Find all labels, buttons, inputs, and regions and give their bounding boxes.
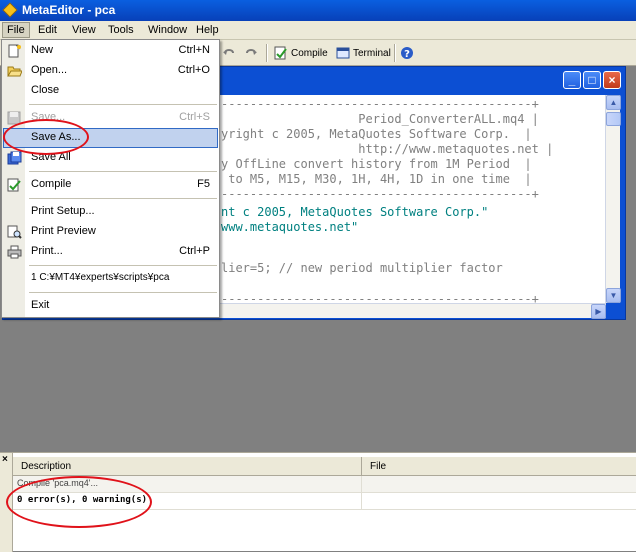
scroll-right-button[interactable]: ▶ bbox=[591, 304, 606, 319]
menu-item-save-as[interactable]: Save As... bbox=[3, 128, 218, 148]
column-divider bbox=[361, 493, 362, 510]
arrow-down-icon: ▼ bbox=[609, 291, 618, 300]
close-icon: × bbox=[608, 73, 616, 87]
toolbar-separator bbox=[394, 44, 396, 62]
redo-icon bbox=[246, 49, 257, 55]
svg-text:?: ? bbox=[404, 49, 410, 60]
menu-separator bbox=[29, 198, 217, 199]
code-line: y OffLine convert history from 1M Period… bbox=[221, 157, 532, 171]
menu-item-save[interactable]: Save... Ctrl+S bbox=[3, 108, 218, 128]
menu-bar: File Edit View Tools Window Help bbox=[0, 21, 636, 40]
menu-file[interactable]: File bbox=[2, 22, 30, 38]
redo-button[interactable] bbox=[244, 43, 258, 63]
scroll-thumb[interactable] bbox=[606, 112, 621, 126]
window-title: MetaEditor - pca bbox=[22, 3, 116, 17]
menu-item-open[interactable]: Open... Ctrl+O bbox=[3, 61, 218, 81]
output-row[interactable]: 0 error(s), 0 warning(s) bbox=[13, 493, 636, 510]
output-row[interactable]: Compile 'pca.mq4'... bbox=[13, 476, 636, 493]
help-button[interactable]: ? bbox=[400, 43, 414, 63]
menu-tools[interactable]: Tools bbox=[104, 23, 138, 37]
output-header: Description File bbox=[13, 456, 636, 477]
scroll-up-button[interactable]: ▲ bbox=[606, 95, 621, 110]
compile-icon bbox=[274, 46, 287, 60]
restore-button[interactable]: □ bbox=[583, 71, 601, 89]
printer-icon bbox=[7, 245, 22, 259]
menu-edit[interactable]: Edit bbox=[34, 23, 61, 37]
minimize-button[interactable]: _ bbox=[563, 71, 581, 89]
code-line: ----------------------------------------… bbox=[221, 97, 539, 111]
menu-item-print-preview[interactable]: Print Preview bbox=[3, 222, 218, 242]
code-line: to M5, M15, M30, 1H, 4H, 1D in one time … bbox=[221, 172, 532, 186]
close-panel-icon[interactable]: × bbox=[2, 454, 8, 465]
scroll-down-button[interactable]: ▼ bbox=[606, 288, 621, 303]
column-divider bbox=[361, 476, 362, 493]
column-description[interactable]: Description bbox=[21, 461, 71, 472]
menu-item-compile[interactable]: Compile F5 bbox=[3, 175, 218, 195]
menu-separator bbox=[29, 104, 217, 105]
terminal-button[interactable]: Terminal bbox=[336, 43, 391, 63]
arrow-right-icon: ▶ bbox=[595, 307, 602, 316]
open-folder-icon bbox=[7, 66, 22, 77]
code-line: www.metaquotes.net" bbox=[221, 220, 359, 234]
toolbar-separator bbox=[266, 44, 268, 62]
restore-icon: □ bbox=[588, 73, 596, 87]
menu-view[interactable]: View bbox=[68, 23, 100, 37]
title-bar: MetaEditor - pca bbox=[0, 0, 636, 21]
help-icon: ? bbox=[401, 47, 413, 60]
save-icon bbox=[7, 111, 21, 125]
terminal-label: Terminal bbox=[353, 47, 391, 59]
menu-item-close[interactable]: Close bbox=[3, 81, 218, 101]
terminal-icon bbox=[336, 47, 350, 59]
save-all-icon bbox=[7, 151, 22, 165]
menu-item-save-all[interactable]: Save All bbox=[3, 148, 218, 168]
menu-item-print-setup[interactable]: Print Setup... bbox=[3, 202, 218, 222]
compile-label: Compile bbox=[291, 47, 328, 59]
toolbox-output-panel: × Description File Compile 'pca.mq4'... … bbox=[0, 452, 636, 552]
menu-item-recent-file[interactable]: 1 C:¥MT4¥experts¥scripts¥pca bbox=[3, 269, 218, 289]
close-button[interactable]: × bbox=[603, 71, 621, 89]
menu-item-new[interactable]: New Ctrl+N bbox=[3, 41, 218, 61]
code-line: http://www.metaquotes.net | bbox=[221, 142, 554, 156]
metaeditor-app-icon bbox=[2, 2, 18, 18]
code-line: ----------------------------------------… bbox=[221, 292, 539, 303]
column-file[interactable]: File bbox=[370, 461, 386, 472]
menu-item-print[interactable]: Print... Ctrl+P bbox=[3, 242, 218, 262]
code-line: ----------------------------------------… bbox=[221, 187, 539, 201]
undo-button[interactable] bbox=[222, 43, 236, 63]
code-line: lier=5; // new period multiplier factor bbox=[221, 261, 503, 275]
minimize-icon: _ bbox=[568, 73, 576, 87]
menu-separator bbox=[29, 171, 217, 172]
arrow-up-icon: ▲ bbox=[609, 98, 618, 107]
code-line: Period_ConverterALL.mq4 | bbox=[221, 112, 539, 126]
menu-separator bbox=[29, 265, 217, 266]
menu-help[interactable]: Help bbox=[192, 23, 223, 37]
code-line: yright c 2005, MetaQuotes Software Corp.… bbox=[221, 127, 532, 141]
menu-item-exit[interactable]: Exit bbox=[3, 296, 218, 316]
column-divider[interactable] bbox=[361, 457, 362, 477]
code-line: nt c 2005, MetaQuotes Software Corp." bbox=[221, 205, 489, 219]
print-preview-icon bbox=[7, 225, 22, 239]
compile-button[interactable]: Compile bbox=[274, 43, 328, 63]
compile-icon bbox=[7, 178, 21, 192]
menu-window[interactable]: Window bbox=[144, 23, 191, 37]
vertical-scrollbar[interactable]: ▲ ▼ bbox=[605, 95, 621, 303]
file-menu-dropdown: New Ctrl+N Open... Ctrl+O Close Save... … bbox=[1, 39, 220, 318]
new-file-icon bbox=[8, 44, 21, 58]
menu-separator bbox=[29, 292, 217, 293]
window-controls: _ □ × bbox=[563, 71, 621, 89]
undo-icon bbox=[223, 49, 234, 55]
panel-handle: × bbox=[0, 453, 13, 552]
